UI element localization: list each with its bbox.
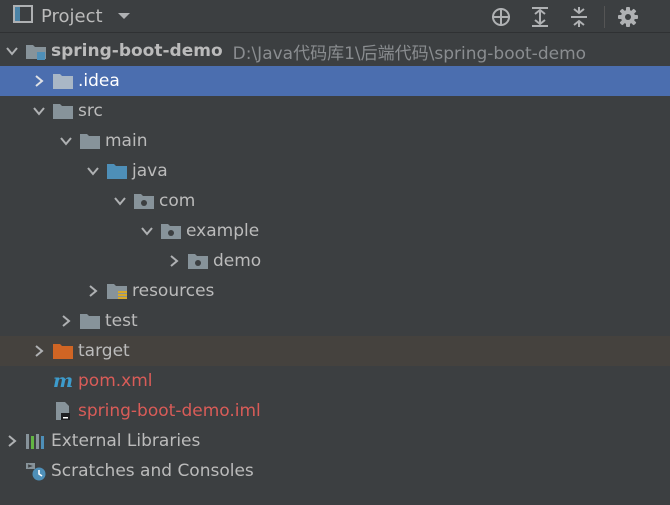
tree-node-example[interactable]: example: [0, 216, 670, 246]
chevron-right-icon[interactable]: [85, 283, 101, 299]
project-view-selector[interactable]: Project: [13, 4, 131, 28]
tree-node-src[interactable]: src: [0, 96, 670, 126]
tree-node-external-libraries[interactable]: External Libraries: [0, 426, 670, 456]
tree-node-demo[interactable]: demo: [0, 246, 670, 276]
tree-node-iml[interactable]: spring-boot-demo.iml: [0, 396, 670, 426]
excluded-folder-icon: [52, 341, 74, 361]
package-icon: [133, 191, 155, 211]
root-path: D:\Java代码库1\后端代码\spring-boot-demo: [232, 43, 587, 64]
java-label: java: [132, 161, 168, 181]
chevron-down-icon[interactable]: [4, 43, 20, 59]
tree-node-target[interactable]: target: [0, 336, 670, 366]
tree-node-com[interactable]: com: [0, 186, 670, 216]
chevron-right-icon[interactable]: [58, 313, 74, 329]
resources-label: resources: [132, 281, 215, 301]
library-icon: [25, 431, 47, 451]
scratches-label: Scratches and Consoles: [51, 461, 254, 481]
chevron-right-icon[interactable]: [31, 343, 47, 359]
toolbar-separator: [604, 6, 605, 28]
external-libraries-label: External Libraries: [51, 431, 201, 451]
project-view-title: Project: [41, 5, 103, 27]
locate-icon[interactable]: [489, 5, 513, 29]
tree-node-main[interactable]: main: [0, 126, 670, 156]
tree-node-java[interactable]: java: [0, 156, 670, 186]
folder-icon: [52, 101, 74, 121]
gear-icon[interactable]: [616, 5, 640, 29]
svg-text:m: m: [53, 371, 73, 391]
folder-icon: [79, 311, 101, 331]
tree-node-resources[interactable]: resources: [0, 276, 670, 306]
chevron-down-icon[interactable]: [31, 103, 47, 119]
target-label: target: [78, 341, 130, 361]
example-label: example: [186, 221, 260, 241]
tree-node-scratches[interactable]: Scratches and Consoles: [0, 456, 670, 486]
src-label: src: [78, 101, 103, 121]
chevron-right-icon[interactable]: [4, 433, 20, 449]
package-icon: [160, 221, 182, 241]
chevron-right-icon[interactable]: [166, 253, 182, 269]
package-icon: [187, 251, 209, 271]
folder-icon: [79, 131, 101, 151]
expand-all-icon[interactable]: [528, 5, 552, 29]
chevron-down-icon[interactable]: [139, 223, 155, 239]
pom-label: pom.xml: [78, 371, 153, 391]
iml-label: spring-boot-demo.iml: [78, 401, 261, 421]
project-toolbar: Project: [0, 0, 670, 33]
test-label: test: [105, 311, 138, 331]
root-label: spring-boot-demo: [51, 41, 223, 61]
chevron-down-icon: [117, 6, 131, 26]
module-file-icon: [52, 401, 74, 421]
tree-node-pom[interactable]: m pom.xml: [0, 366, 670, 396]
collapse-all-icon[interactable]: [567, 5, 591, 29]
module-folder-icon: [25, 41, 47, 61]
tree-node-test[interactable]: test: [0, 306, 670, 336]
chevron-down-icon[interactable]: [85, 163, 101, 179]
main-label: main: [105, 131, 148, 151]
com-label: com: [159, 191, 196, 211]
demo-label: demo: [213, 251, 262, 271]
source-folder-icon: [106, 161, 128, 181]
tree-node-idea[interactable]: .idea: [0, 66, 670, 96]
folder-icon: [52, 71, 74, 91]
resources-folder-icon: [106, 281, 128, 301]
chevron-down-icon[interactable]: [112, 193, 128, 209]
scratches-icon: [25, 461, 47, 481]
idea-label: .idea: [78, 71, 120, 91]
tree-node-root[interactable]: spring-boot-demo D:\Java代码库1\后端代码\spring…: [0, 36, 670, 66]
chevron-right-icon[interactable]: [31, 73, 47, 89]
project-window-icon: [13, 4, 33, 28]
maven-icon: m: [52, 371, 74, 391]
chevron-down-icon[interactable]: [58, 133, 74, 149]
